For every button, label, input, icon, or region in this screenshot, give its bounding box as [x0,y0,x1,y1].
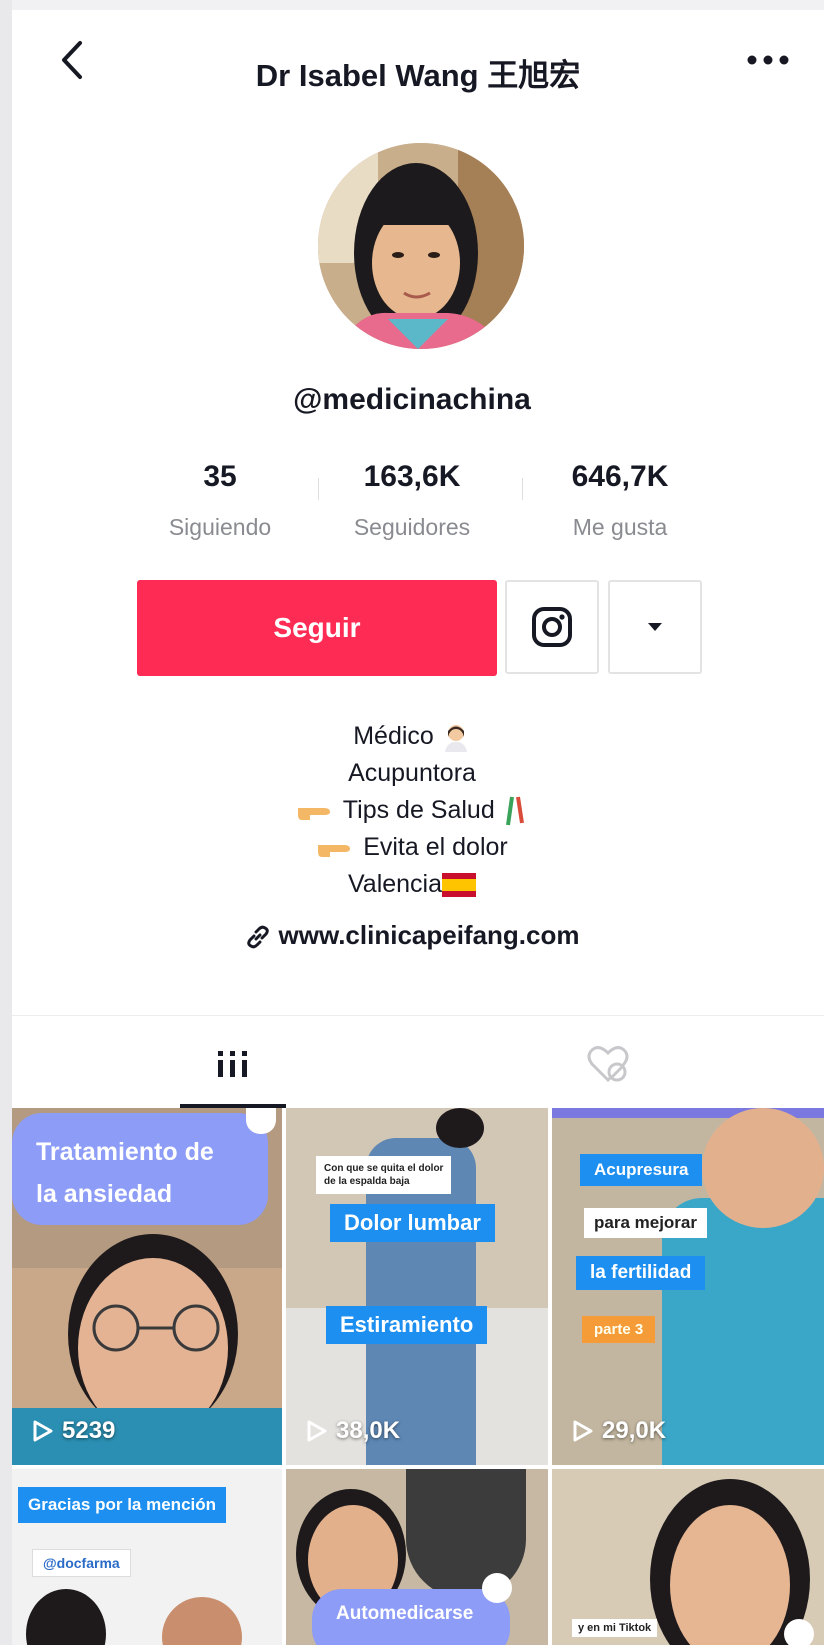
caret-down-icon [648,623,662,631]
bio-line: Acupuntora [0,755,824,792]
bio-line: Evita el dolor [0,829,824,866]
stat-divider [318,478,319,500]
view-count: 38,0K [306,1417,400,1445]
video-thumbnail[interactable]: y en mi Tiktok [552,1469,824,1645]
video-caption-label: parte 3 [582,1316,656,1343]
website-link[interactable]: www.clinicapeifang.com [0,920,824,951]
more-options-button[interactable] [740,40,796,80]
bio-line: Valencia [0,866,824,903]
view-count: 5239 [32,1417,115,1445]
mention-tag: @docfarma [32,1549,131,1577]
head [162,1597,242,1645]
likes-stat[interactable]: 646,7K Me gusta [530,460,710,541]
website-text: www.clinicapeifang.com [278,920,580,950]
video-caption-label: la fertilidad [576,1256,706,1290]
view-count-text: 38,0K [336,1417,401,1444]
video-caption-label: y en mi Tiktok [572,1619,658,1637]
suggested-accounts-button[interactable] [608,580,702,674]
view-count-text: 29,0K [602,1417,667,1444]
video-caption-label: Acupresura [580,1154,703,1186]
bio-text: Acupuntora [348,759,476,787]
caption-line: la ansiedad [36,1180,173,1208]
sticker-line: Con que se quita el dolor [324,1163,444,1174]
video-caption-label: Gracias por la mención [18,1487,227,1523]
medicine-emoji-icon [505,797,524,826]
profile-bio: Médico Acupuntora Tips de Salud Evita el… [0,718,824,903]
pointing-right-emoji-icon [318,845,351,858]
woman-health-worker-emoji-icon [444,725,467,753]
avatar-photo [318,143,524,349]
view-count: 29,0K [572,1417,666,1445]
spain-flag-emoji-icon [442,873,477,898]
pointing-right-emoji-icon [298,808,331,821]
video-caption-bubble: Tratamiento de la ansiedad [12,1113,268,1225]
page-title: Dr Isabel Wang 王旭宏 [255,58,581,93]
avatar[interactable] [318,143,524,349]
bio-line: Médico [0,718,824,755]
video-caption-label: para mejorar [584,1208,707,1238]
head [26,1589,106,1645]
view-count-text: 5239 [62,1417,116,1444]
following-stat[interactable]: 35 Siguiendo [130,460,310,541]
following-label: Siguiendo [168,514,272,540]
question-sticker: Con que se quita el dolor de la espalda … [316,1156,452,1194]
play-icon [307,1420,327,1442]
play-icon [33,1420,53,1442]
tabs-divider [12,1015,824,1016]
username: @medicinachina [293,383,531,416]
tiktok-logo-icon [784,1619,814,1645]
bio-line: Tips de Salud [0,792,824,829]
profile-stats: 35 Siguiendo 163,6K Seguidores 646,7K Me… [0,460,824,550]
stat-divider [522,478,523,500]
video-thumbnail[interactable]: Automedicarse [286,1469,548,1645]
video-thumbnail[interactable]: Gracias por la mención @docfarma [12,1469,282,1645]
scrubs [662,1198,824,1465]
tiktok-logo-icon [246,1108,276,1134]
caption-line: Tratamiento de [36,1138,214,1166]
instagram-icon [532,607,572,647]
following-count: 35 [203,460,237,493]
video-caption-bubble: Automedicarse [312,1589,510,1645]
bio-text: Valencia [347,870,443,898]
liked-videos-icon [587,1046,629,1083]
video-thumbnail[interactable]: Tratamiento de la ansiedad 5239 [12,1108,282,1465]
video-thumbnail[interactable]: Acupresura para mejorar la fertilidad pa… [552,1108,824,1465]
followers-stat[interactable]: 163,6K Seguidores [322,460,502,541]
face [702,1108,824,1228]
tiktok-logo-icon [482,1573,512,1603]
video-thumbnail[interactable]: Con que se quita el dolor de la espalda … [286,1108,548,1465]
grid-icon [218,1051,247,1077]
head [436,1108,484,1148]
bio-text: Evita el dolor [363,833,508,861]
caption-line: Automedicarse [336,1603,474,1624]
glasses-icon [92,1304,220,1352]
more-horizontal-icon [747,55,789,65]
tab-liked-videos[interactable] [406,1020,812,1108]
likes-count: 646,7K [571,460,669,493]
likes-label: Me gusta [572,514,668,540]
bio-text: Médico [353,722,434,750]
follow-button[interactable]: Seguir [137,580,497,676]
tab-videos[interactable] [30,1020,436,1108]
followers-label: Seguidores [353,514,471,540]
video-caption-label: Estiramiento [326,1306,488,1344]
play-icon [573,1420,593,1442]
sticker-line: de la espalda baja [324,1176,410,1187]
bio-text: Tips de Salud [342,796,495,824]
video-caption-label: Dolor lumbar [330,1204,495,1242]
video-grid: Tratamiento de la ansiedad 5239 Con que … [12,1108,824,1645]
instagram-button[interactable] [505,580,599,674]
top-bar: Dr Isabel Wang 王旭宏 [12,10,824,115]
window-frame-top [0,0,824,10]
followers-count: 163,6K [363,460,461,493]
link-icon [246,925,269,949]
